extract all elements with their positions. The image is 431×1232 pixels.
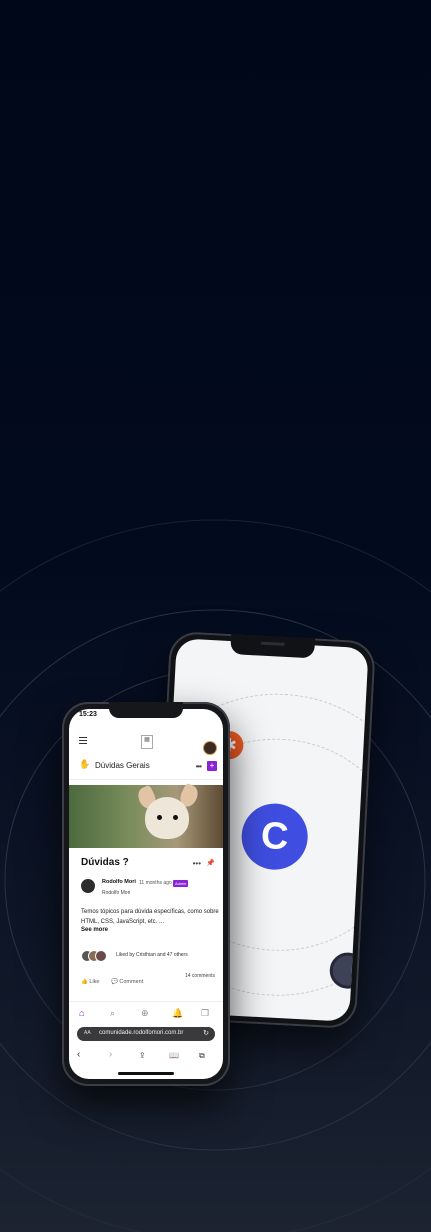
liker-avatar [95,950,107,962]
app-header: ▦ [69,729,223,755]
phone-notch [109,702,183,718]
see-more-link[interactable]: See more [81,927,108,933]
browser-url-bar[interactable]: AA comunidade.rodolfomori.com.br ↻ [77,1027,215,1041]
add-icon[interactable]: ⊕ [141,1008,149,1019]
more-options-icon[interactable]: ••• [196,762,202,771]
search-icon[interactable]: ⌕ [110,1008,115,1019]
group-title: Dúvidas Gerais [95,761,150,770]
bookmarks-icon[interactable]: 📖 [169,1051,179,1060]
chat-icon[interactable]: ❐ [201,1008,209,1019]
front-phone: 15:23 ▦ ✋ Dúvidas Gerais ••• + Dúvidas ?… [62,702,230,1086]
back-icon[interactable]: ‹ [77,1049,80,1060]
front-phone-screen: 15:23 ▦ ✋ Dúvidas Gerais ••• + Dúvidas ?… [69,709,223,1079]
liked-by-text[interactable]: Liked by Cristhian and 47 others [116,952,188,958]
reload-icon[interactable]: ↻ [203,1029,209,1037]
bell-icon[interactable]: 🔔 [172,1008,183,1019]
post-more-icon[interactable]: ••• [193,859,201,868]
url-text[interactable]: comunidade.rodolfomori.com.br [99,1030,183,1036]
new-post-button[interactable]: + [207,761,217,771]
home-icon[interactable]: ⌂ [79,1008,84,1018]
post-body: Temos tópicos para dúvida específicas, c… [81,909,219,925]
hand-wave-icon: ✋ [79,759,91,769]
browser-toolbar: ‹ › ⇪ 📖 ⧉ [69,1047,223,1067]
forward-icon[interactable]: › [109,1049,112,1060]
post-time: 11 months ago [139,880,172,886]
bottom-tab-bar: ⌂ ⌕ ⊕ 🔔 ❐ [69,1001,223,1024]
like-button[interactable]: 👍 Like [81,979,99,985]
post-title: Dúvidas ? [81,857,129,868]
comment-button[interactable]: 💬 Comment [111,979,143,985]
tabs-icon[interactable]: ⧉ [199,1051,205,1061]
admin-badge: Admin [173,880,189,887]
post-actions: 👍 Like 💬 Comment [69,979,223,991]
avatar[interactable] [203,741,217,755]
reader-aa-button[interactable]: AA [84,1030,91,1036]
status-time: 15:23 [79,711,97,718]
menu-icon[interactable] [79,737,87,746]
group-header: ✋ Dúvidas Gerais ••• + [69,757,223,780]
likers-avatars [81,950,111,962]
author-subtitle: Rodolfo Mori [102,890,131,896]
author-name[interactable]: Rodolfo Mori [102,879,136,885]
pin-icon[interactable]: 📌 [206,859,215,867]
site-logo[interactable]: ▦ [141,735,153,749]
post-image [69,782,223,848]
author-avatar[interactable] [81,879,95,893]
home-indicator [118,1072,174,1075]
share-icon[interactable]: ⇪ [139,1051,146,1060]
